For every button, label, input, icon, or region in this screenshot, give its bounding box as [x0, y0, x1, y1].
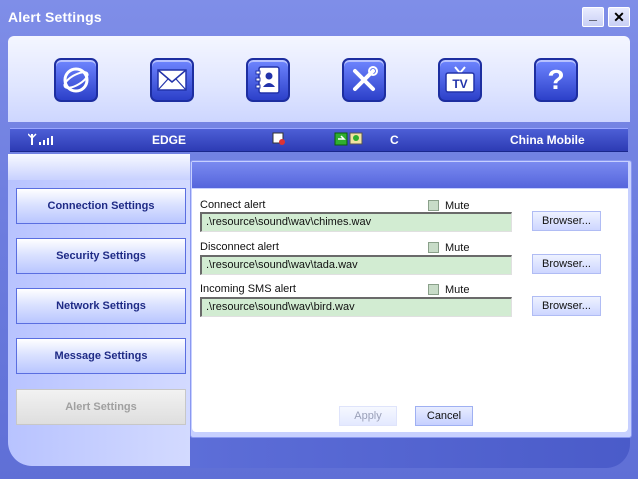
tv-icon: TV	[445, 66, 475, 93]
connection-letter: C	[390, 133, 399, 147]
disconnect-alert-mute-checkbox[interactable]	[428, 242, 439, 253]
sms-alert-label: Incoming SMS alert	[200, 283, 296, 295]
contacts-icon	[255, 66, 280, 94]
messages-button[interactable]	[150, 58, 194, 102]
mail-icon	[157, 69, 187, 91]
status-bar: EDGE C China Mobile	[10, 128, 628, 152]
disconnect-alert-path-field[interactable]: .\resource\sound\wav\tada.wav	[200, 255, 512, 275]
sidebar-item-alert-settings[interactable]: Alert Settings	[16, 389, 186, 425]
cancel-button[interactable]: Cancel	[415, 406, 473, 426]
connect-alert-browse-button[interactable]: Browser...	[532, 211, 601, 231]
sms-alert-path-field[interactable]: .\resource\sound\wav\bird.wav	[200, 297, 512, 317]
content-header	[192, 162, 628, 188]
bottom-decoration	[190, 438, 630, 468]
sidebar-item-network-settings[interactable]: Network Settings	[16, 288, 186, 324]
connection-status-icon	[334, 132, 363, 146]
connect-alert-label: Connect alert	[200, 199, 266, 211]
apply-button[interactable]: Apply	[339, 406, 397, 426]
connect-alert-mute-label: Mute	[445, 200, 470, 212]
settings-button[interactable]	[342, 58, 386, 102]
connect-alert-mute-checkbox[interactable]	[428, 200, 439, 211]
window-title: Alert Settings	[8, 9, 102, 25]
tv-icon-text: TV	[452, 77, 467, 91]
connect-alert-path-field[interactable]: .\resource\sound\wav\chimes.wav	[200, 212, 512, 232]
minimize-button[interactable]: _	[582, 6, 604, 27]
carrier-name: China Mobile	[510, 133, 585, 147]
sidebar-item-message-settings[interactable]: Message Settings	[16, 338, 186, 374]
sms-alert-mute-label: Mute	[445, 284, 470, 296]
sidebar-header	[8, 154, 190, 180]
internet-button[interactable]	[54, 58, 98, 102]
disconnect-alert-label: Disconnect alert	[200, 241, 279, 253]
disconnect-alert-mute-label: Mute	[445, 242, 470, 254]
sidebar-item-connection-settings[interactable]: Connection Settings	[16, 188, 186, 224]
help-button[interactable]: ?	[534, 58, 578, 102]
close-button[interactable]: ✕	[608, 7, 630, 27]
help-icon: ?	[547, 64, 565, 95]
main-toolbar: TV ?	[8, 36, 630, 122]
sms-alert-browse-button[interactable]: Browser...	[532, 296, 601, 316]
alert-settings-window: Alert Settings _ ✕ TV ? EDGE C China Mob…	[0, 0, 638, 479]
contacts-button[interactable]	[246, 58, 290, 102]
sidebar-item-security-settings[interactable]: Security Settings	[16, 238, 186, 274]
network-type: EDGE	[152, 133, 187, 147]
close-icon: ✕	[613, 8, 625, 25]
tools-icon	[353, 66, 378, 91]
sim-status-icon	[272, 132, 285, 145]
tv-button[interactable]: TV	[438, 58, 482, 102]
minimize-icon: _	[589, 6, 597, 22]
signal-strength-icon	[28, 133, 53, 145]
sms-alert-mute-checkbox[interactable]	[428, 284, 439, 295]
title-bar: Alert Settings _ ✕	[0, 0, 638, 34]
globe-icon	[63, 67, 89, 93]
disconnect-alert-browse-button[interactable]: Browser...	[532, 254, 601, 274]
